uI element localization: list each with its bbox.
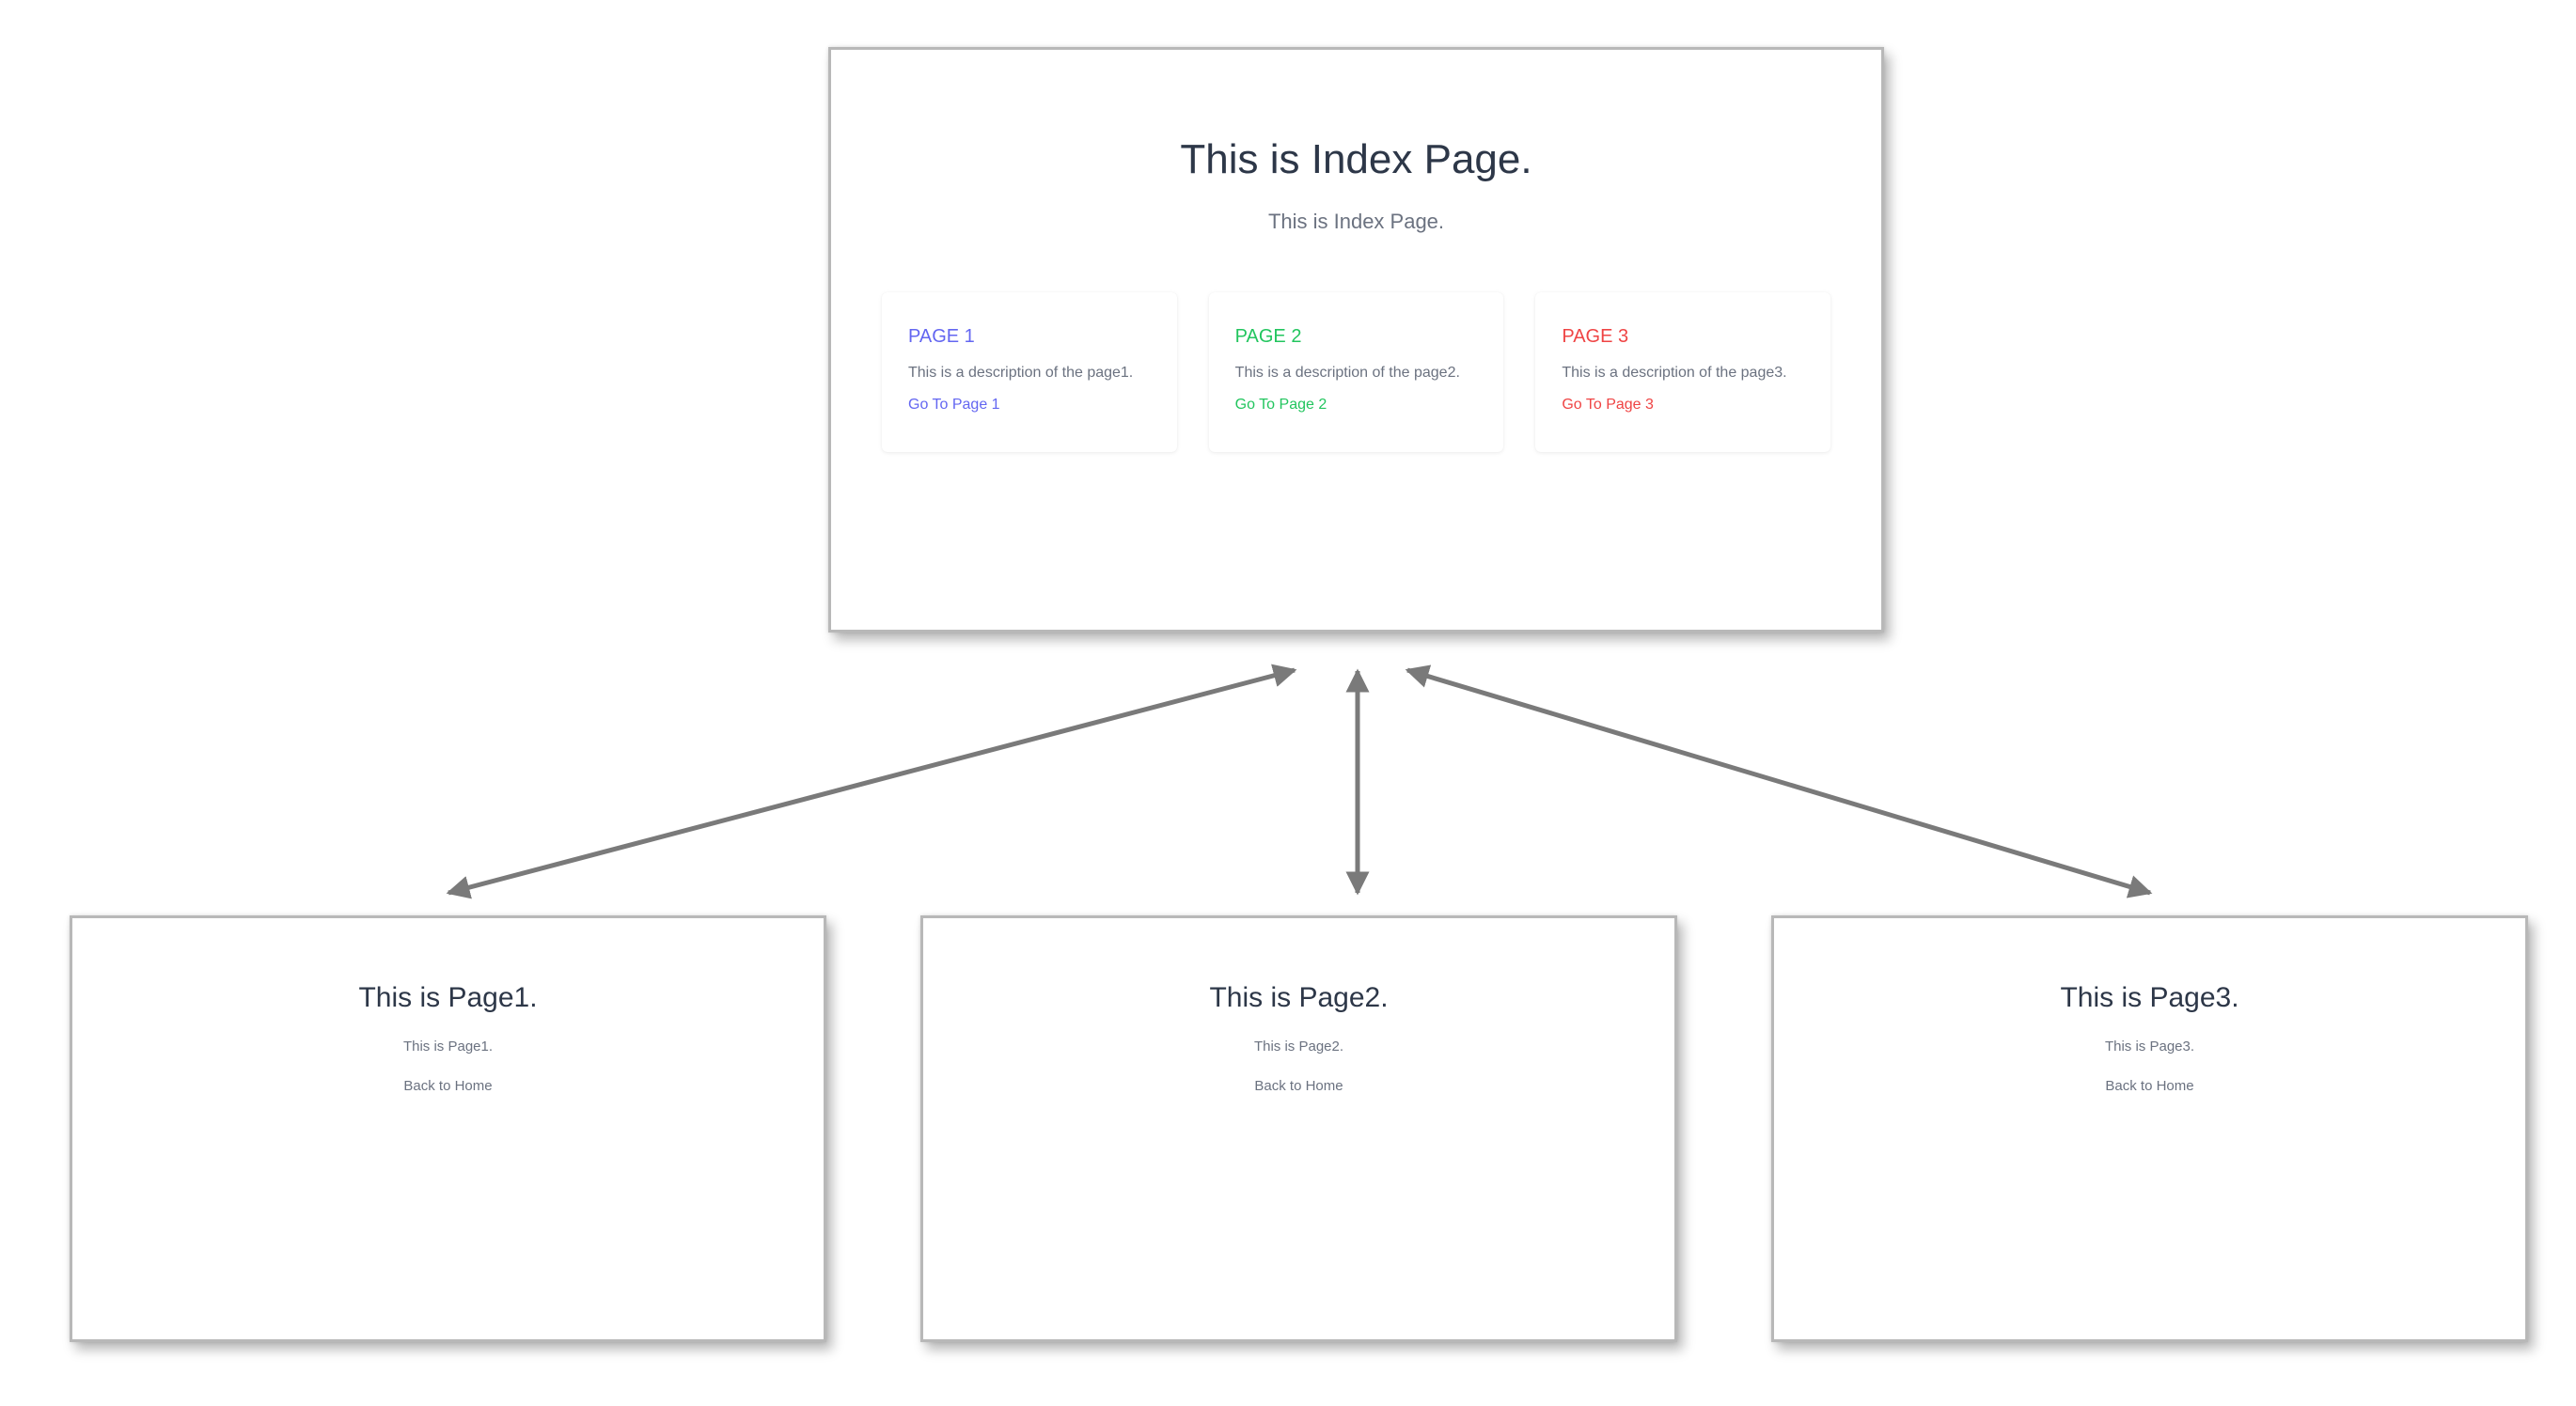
page2-frame: This is Page2. This is Page2. Back to Ho…: [920, 915, 1677, 1342]
card-description: This is a description of the page2.: [1234, 365, 1460, 381]
card-description: This is a description of the page1.: [908, 365, 1134, 381]
card-title: PAGE 3: [1562, 326, 1629, 347]
page2-subtitle: This is Page2.: [1253, 1039, 1344, 1054]
index-page-title: This is Index Page.: [1180, 136, 1532, 182]
arrow-index-page1: [446, 664, 1297, 899]
arrow-index-page3: [1405, 664, 2153, 898]
back-to-home-link[interactable]: Back to Home: [72, 1078, 824, 1094]
page3-frame: This is Page3. This is Page3. Back to Ho…: [1771, 915, 2528, 1342]
card-page2: PAGE 2 This is a description of the page…: [1208, 292, 1504, 452]
card-title: PAGE 2: [1234, 326, 1302, 347]
card-list: PAGE 1 This is a description of the page…: [882, 292, 1831, 452]
page3-title: This is Page3.: [2060, 982, 2239, 1013]
card-title: PAGE 1: [908, 326, 975, 347]
page1-subtitle: This is Page1.: [402, 1039, 494, 1054]
card-description: This is a description of the page3.: [1562, 365, 1787, 381]
page2-title: This is Page2.: [1209, 982, 1389, 1013]
card-page3: PAGE 3 This is a description of the page…: [1535, 292, 1831, 452]
go-to-page2-link[interactable]: Go To Page 2: [1235, 397, 1478, 414]
card-page1: PAGE 1 This is a description of the page…: [882, 292, 1177, 452]
page3-subtitle: This is Page3.: [2104, 1039, 2195, 1054]
page1-title: This is Page1.: [358, 982, 538, 1013]
index-page-subtitle: This is Index Page.: [1267, 210, 1445, 233]
back-to-home-link[interactable]: Back to Home: [923, 1078, 1674, 1094]
go-to-page3-link[interactable]: Go To Page 3: [1562, 397, 1804, 414]
go-to-page1-link[interactable]: Go To Page 1: [908, 397, 1151, 414]
index-page-frame: This is Index Page. This is Index Page. …: [828, 47, 1884, 633]
page1-frame: This is Page1. This is Page1. Back to Ho…: [70, 915, 826, 1342]
back-to-home-link[interactable]: Back to Home: [1774, 1078, 2525, 1094]
